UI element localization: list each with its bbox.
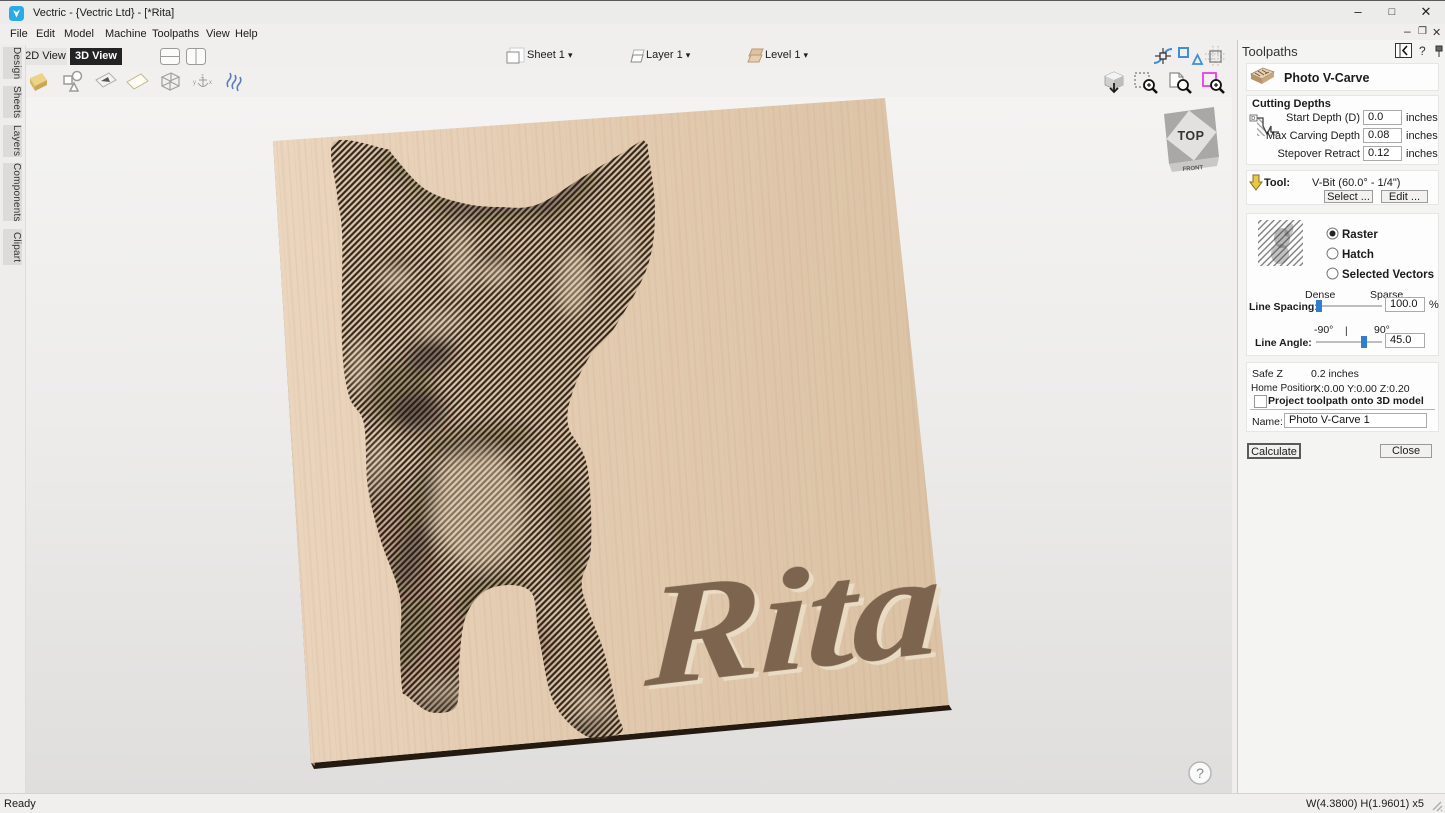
svg-text:?: ? (1419, 44, 1426, 58)
svg-text:y: y (193, 80, 196, 86)
svg-text:FRONT: FRONT (1182, 165, 1203, 173)
svg-text:x: x (209, 80, 212, 86)
svg-text:TOP: TOP (1178, 129, 1205, 143)
svg-text:?: ? (1196, 765, 1204, 781)
svg-text:Rita: Rita (642, 522, 940, 719)
svg-text:D: D (1251, 116, 1255, 122)
